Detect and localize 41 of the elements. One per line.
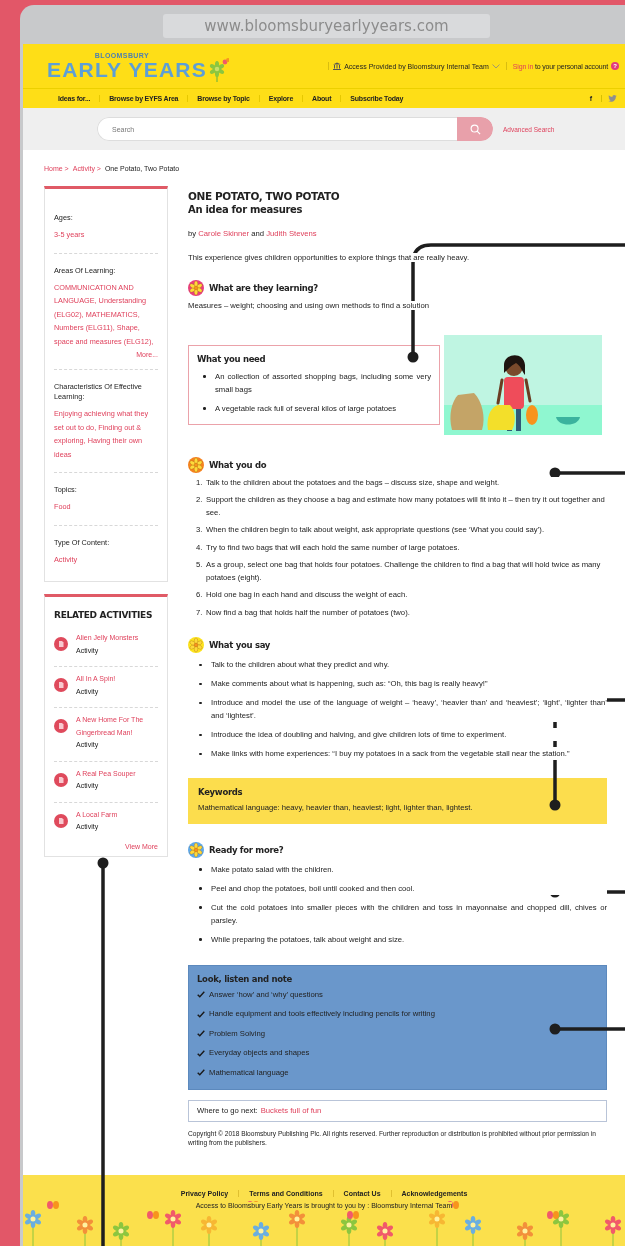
bullet-icon (199, 752, 202, 755)
document-icon (54, 813, 68, 828)
bullet-icon (199, 868, 202, 871)
document-icon (54, 637, 68, 651)
search-icon (469, 123, 481, 135)
section-heading: Ready for more? (209, 843, 284, 857)
section-heading: Keywords (198, 786, 244, 799)
bullet-icon (199, 938, 202, 941)
bullet-icon (199, 733, 202, 736)
bullet-icon (199, 682, 202, 685)
url-bar[interactable]: www.bloomsburyearlyyears.com (163, 14, 490, 38)
document-icon (54, 678, 68, 692)
bullet-icon (203, 375, 206, 378)
flower-badge-icon (188, 280, 204, 296)
article-subtitle: An idea for measures (188, 203, 304, 216)
bullet-icon (203, 407, 206, 410)
check-icon (197, 1030, 205, 1038)
flower-badge-icon (188, 456, 204, 473)
section-heading: What are they learning? (209, 282, 318, 295)
chevron-down-icon (491, 63, 500, 69)
building-icon (333, 62, 342, 70)
article-title: ONE POTATO, TWO POTATO (188, 190, 341, 203)
document-icon (54, 772, 68, 787)
bird-icon[interactable] (608, 95, 617, 102)
flower-badge-icon (188, 637, 204, 653)
document-icon (54, 719, 68, 733)
section-heading: What you say (209, 639, 271, 652)
bullet-icon (199, 906, 202, 909)
check-icon (197, 1049, 205, 1057)
bullet-icon (199, 663, 202, 666)
section-heading: What you need (197, 352, 267, 365)
bullet-icon (199, 887, 202, 890)
search-button[interactable] (457, 117, 493, 141)
check-icon (197, 1010, 205, 1018)
check-icon (197, 991, 205, 999)
section-heading: What you do (209, 458, 267, 472)
flower-badge-icon (188, 841, 204, 858)
section-heading: Look, listen and note (197, 972, 293, 986)
related-heading: RELATED ACTIVITIES (54, 610, 154, 620)
bullet-icon (199, 701, 202, 704)
check-icon (197, 1069, 205, 1077)
